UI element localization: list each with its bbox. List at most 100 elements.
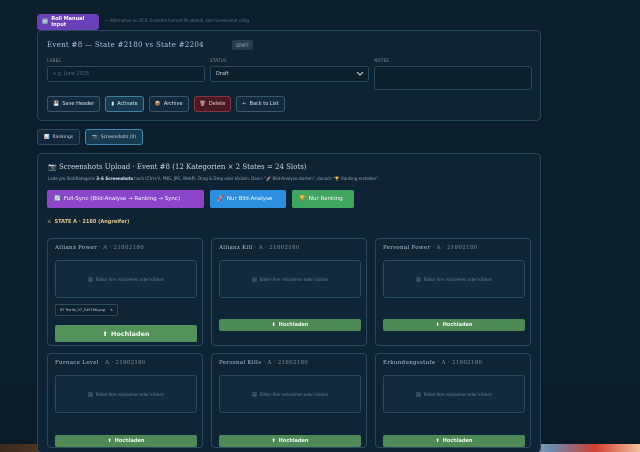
slot-title: Allianz Power · A · 21802180 — [55, 245, 144, 251]
slot-name: Furnace Level — [55, 360, 99, 366]
tab-screenshots[interactable]: 📷 Screenshots (0) — [85, 129, 144, 145]
activate-icon: ▮ — [111, 101, 115, 107]
manual-input-hint: ← Alternative zu OCR: Einzelnd Format fi… — [105, 18, 250, 23]
image-analysis-button[interactable]: 🚀 Nur Bild-Analyse — [210, 190, 286, 208]
upload-button[interactable]: ⬆ Hochladen — [219, 319, 361, 331]
file-name: IFI Terrile_07_045796.png — [60, 308, 105, 312]
event-actions: 💾 Save Header ▮ Activate 📦 Archive 🗑 Del… — [47, 96, 285, 112]
upload-button[interactable]: ⬆ Hochladen — [219, 435, 361, 447]
activate-label: Activate — [117, 101, 138, 107]
image-icon: 🖼 — [251, 276, 257, 282]
slot-title: Allianz Kill · A · 21802180 — [219, 245, 300, 251]
tab-rankings-label: Rankings — [52, 134, 74, 140]
dropzone-text: Bilder hier reinziehen oder klicken — [259, 276, 329, 282]
status-badge: DRAFT — [232, 40, 254, 50]
image-icon: 🖼 — [87, 391, 93, 397]
upload-button-label: Hochladen — [278, 322, 309, 328]
slot-title: Furnace Level · A · 21802180 — [55, 360, 146, 366]
dropzone-text: Bilder hier reinziehen oder klicken — [423, 391, 493, 397]
slot-meta: · A · 21802180 — [98, 360, 146, 366]
slot-name: Erkundungsstufe — [383, 360, 436, 366]
dropzone[interactable]: 🖼 Bilder hier reinziehen oder klicken — [383, 260, 525, 298]
dropzone-text: Bilder hier reinziehen oder klicken — [423, 276, 493, 282]
image-icon: 🖼 — [251, 391, 257, 397]
slot-card-allianz-kill: Allianz Kill · A · 21802180 🖼 Bilder hie… — [211, 238, 367, 346]
upload-button-label: Hochladen — [110, 329, 150, 338]
status-select-value: Draft — [216, 71, 229, 77]
upload-icon: ⬆ — [435, 438, 440, 444]
ranking-only-button[interactable]: 🏆 Nur Ranking — [292, 190, 354, 208]
dropzone[interactable]: 🖼 Bilder hier reinziehen oder klicken — [219, 375, 361, 413]
manual-input-label: Roll Manual Input — [51, 16, 85, 28]
slot-name: Allianz Kill — [219, 245, 253, 251]
upload-description: Lade pro Slot/Kategorie 3–6 Screenshots … — [48, 176, 379, 181]
slot-title: Personal Kills · A · 21802180 — [219, 360, 308, 366]
manual-input-button[interactable]: 🔤 Roll Manual Input — [37, 14, 99, 30]
slot-name: Allianz Power — [55, 245, 97, 251]
slot-card-furnace-level: Furnace Level · A · 21802180 🖼 Bilder hi… — [47, 353, 203, 448]
upload-button-label: Hochladen — [442, 322, 473, 328]
status-select[interactable]: Draft — [210, 66, 369, 82]
slot-name: Personal Power — [383, 245, 431, 251]
camera-icon: 📷 — [48, 163, 57, 171]
remove-file-icon[interactable]: ✕ — [110, 308, 113, 312]
upload-desc-text: Lade pro Slot/Kategorie — [48, 176, 97, 181]
upload-desc-bold: 3–6 Screenshots — [96, 176, 134, 181]
upload-button[interactable]: ⬆ Hochladen — [383, 435, 525, 447]
slot-card-personal-power: Personal Power · A · 21802180 🖼 Bilder h… — [375, 238, 531, 346]
slot-title: Personal Power · A · 21802180 — [383, 245, 477, 251]
upload-button-label: Hochladen — [278, 438, 309, 444]
upload-button[interactable]: ⬆ Hochladen — [55, 435, 197, 447]
save-header-button[interactable]: 💾 Save Header — [47, 96, 101, 112]
dropzone-text: Bilder hier reinziehen oder klicken — [259, 391, 329, 397]
slot-meta: · A · 21802180 — [430, 245, 478, 251]
slot-card-erkundungsstufe: Erkundungsstufe · A · 21802180 🖼 Bilder … — [375, 353, 531, 448]
archive-button[interactable]: 📦 Archive — [148, 96, 189, 112]
save-icon: 💾 — [53, 101, 60, 107]
slot-name: Personal Kills — [219, 360, 262, 366]
upload-button-label: Hochladen — [442, 438, 473, 444]
archive-label: Archive — [163, 101, 183, 107]
slot-meta: · A · 21802180 — [252, 245, 300, 251]
dropzone-text: Bilder hier reinziehen oder klicken — [95, 276, 165, 282]
notes-caption: NOTES — [374, 58, 390, 63]
view-tabs: 📊 Rankings 📷 Screenshots (0) — [37, 129, 144, 145]
upload-title: 📷 Screenshots Upload · Event #8 (12 Kate… — [48, 163, 307, 171]
tab-rankings[interactable]: 📊 Rankings — [37, 129, 81, 145]
dropzone[interactable]: 🖼 Bilder hier reinziehen oder klicken — [55, 375, 197, 413]
slot-meta: · A · 21802180 — [435, 360, 483, 366]
notes-textarea[interactable] — [374, 66, 532, 90]
upload-icon: ⬆ — [435, 322, 440, 328]
label-input[interactable]: e.g. June 2025 — [47, 66, 205, 82]
chevron-down-icon — [357, 72, 363, 76]
ranking-only-label: Nur Ranking — [308, 196, 343, 202]
upload-button[interactable]: ⬆ Hochladen — [55, 325, 197, 342]
slot-meta: · A · 21802180 — [97, 245, 144, 251]
back-to-list-label: Back to List — [249, 101, 279, 107]
upload-icon: ⬆ — [271, 438, 276, 444]
analysis-actions: 🔄 Full-Sync (Bild-Analyse → Ranking → Sy… — [47, 190, 354, 208]
dropzone[interactable]: 🖼 Bilder hier reinziehen oder klicken — [219, 260, 361, 298]
activate-button[interactable]: ▮ Activate — [105, 96, 144, 112]
upload-button-label: Hochladen — [114, 438, 145, 444]
full-sync-label: Full-Sync (Bild-Analyse → Ranking → Sync… — [63, 196, 181, 202]
full-sync-button[interactable]: 🔄 Full-Sync (Bild-Analyse → Ranking → Sy… — [47, 190, 204, 208]
archive-icon: 📦 — [154, 101, 161, 107]
upload-button[interactable]: ⬆ Hochladen — [383, 319, 525, 331]
upload-title-text: Screenshots Upload · Event #8 (12 Katego… — [58, 163, 307, 171]
chart-icon: 📊 — [44, 134, 50, 140]
dropzone[interactable]: 🖼 Bilder hier reinziehen oder klicken — [55, 260, 197, 298]
upload-icon: ⬆ — [107, 438, 112, 444]
back-to-list-button[interactable]: ← Back to List — [236, 96, 285, 112]
dropzone[interactable]: 🖼 Bilder hier reinziehen oder klicken — [383, 375, 525, 413]
image-icon: 🖼 — [87, 276, 93, 282]
trash-icon: 🗑 — [199, 101, 206, 107]
save-header-label: Save Header — [62, 101, 95, 107]
state-a-heading: ⚔ STATE A · 2180 (Angreifer) — [47, 219, 129, 225]
image-icon: 🖼 — [415, 276, 421, 282]
sync-icon: 🔄 — [54, 196, 61, 202]
rocket-icon: 🚀 — [217, 196, 224, 202]
slot-card-allianz-power: Allianz Power · A · 21802180 🖼 Bilder hi… — [47, 238, 203, 346]
delete-button[interactable]: 🗑 Delete — [193, 96, 232, 112]
trophy-icon: 🏆 — [299, 196, 306, 202]
